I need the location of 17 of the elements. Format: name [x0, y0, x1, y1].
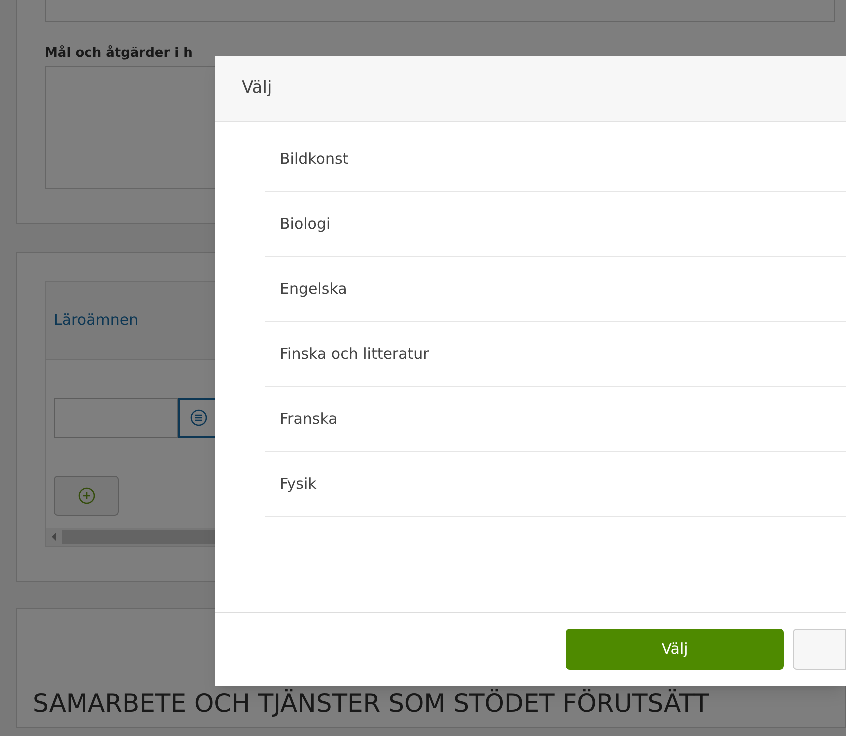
arrow-left-icon — [50, 533, 58, 541]
section-heading: SAMARBETE OCH TJÄNSTER SOM STÖDET FÖRUTSÄTT — [33, 688, 710, 720]
cancel-button[interactable] — [793, 629, 846, 670]
list-item[interactable]: Franska — [265, 387, 846, 452]
list-icon — [190, 409, 208, 427]
field-label: Mål och åtgärder i h — [45, 44, 194, 63]
dialog-title: Välj — [242, 76, 272, 100]
add-button[interactable] — [54, 476, 119, 516]
list-item[interactable]: Biologi — [265, 192, 846, 257]
input-field[interactable] — [54, 398, 178, 438]
list-item[interactable]: Engelska — [265, 257, 846, 322]
list-item[interactable]: Fysik — [265, 452, 846, 517]
plus-icon — [78, 487, 96, 505]
list-item[interactable]: Finska och litteratur — [265, 322, 846, 387]
text-area[interactable] — [45, 0, 835, 22]
list-item[interactable]: Bildkonst — [265, 127, 846, 192]
confirm-button[interactable]: Välj — [566, 629, 784, 670]
